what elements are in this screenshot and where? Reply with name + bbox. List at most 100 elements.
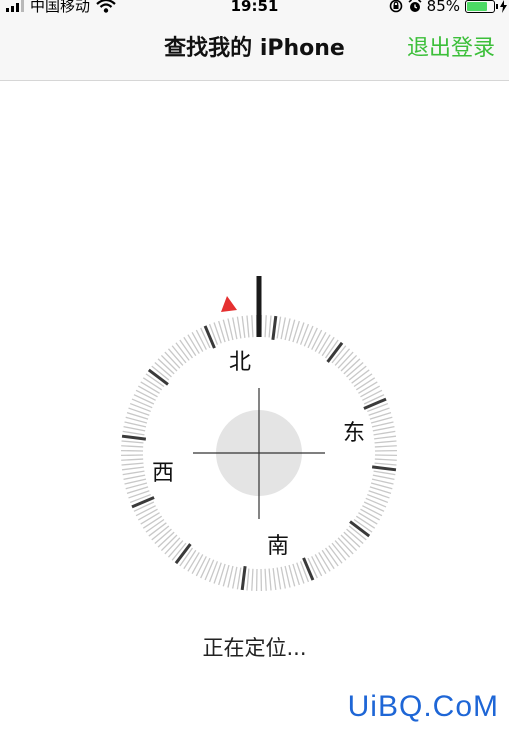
compass-minor-tick — [121, 458, 144, 461]
compass-minor-tick — [314, 331, 327, 352]
compass-minor-tick — [121, 445, 144, 448]
compass-minor-tick — [355, 515, 376, 529]
compass-minor-tick — [264, 568, 267, 591]
compass-minor-tick — [374, 435, 397, 440]
compass-minor-tick — [358, 512, 378, 525]
compass-minor-tick — [142, 377, 163, 391]
compass-minor-tick — [140, 512, 160, 525]
compass-minor-tick — [232, 317, 238, 340]
compass-minor-tick — [276, 567, 282, 590]
compass: 北 东 南 西 — [121, 276, 397, 591]
compass-minor-tick — [232, 566, 238, 589]
compass-minor-tick — [227, 318, 234, 341]
compass-minor-tick — [374, 458, 397, 461]
watermark: UiBQ.CoM — [347, 690, 499, 723]
compass-minor-tick — [121, 440, 144, 444]
compass-minor-tick — [131, 398, 153, 409]
compass-minor-tick — [280, 317, 286, 340]
compass-minor-tick — [371, 421, 394, 428]
compass-minor-tick — [303, 325, 314, 347]
compass-minor-tick — [268, 315, 272, 338]
compass-minor-tick — [307, 327, 318, 349]
compass-minor-tick — [318, 334, 331, 354]
compass-minor-tick — [374, 440, 397, 444]
compass-major-tick — [271, 315, 278, 341]
compass-minor-tick — [187, 552, 200, 572]
compass-minor-tick — [236, 567, 242, 590]
compass-minor-tick — [365, 497, 387, 508]
compass-minor-tick — [284, 318, 291, 341]
compass-minor-tick — [251, 315, 254, 338]
compass-minor-tick — [236, 316, 242, 339]
compass-label-north: 北 — [229, 350, 251, 375]
compass-minor-tick — [362, 389, 383, 401]
compass-minor-tick — [355, 377, 376, 391]
compass-minor-tick — [276, 316, 282, 339]
compass-label-south: 南 — [267, 534, 289, 559]
compass-major-tick — [302, 557, 315, 581]
compass-minor-tick — [135, 505, 156, 517]
compass-minor-tick — [121, 466, 144, 471]
compass-minor-tick — [227, 565, 234, 588]
compass-minor-tick — [122, 430, 145, 436]
compass-label-west: 西 — [152, 461, 174, 486]
compass-minor-tick — [195, 556, 207, 577]
compass-minor-tick — [360, 385, 381, 398]
compass-minor-tick — [373, 470, 396, 476]
compass-minor-tick — [191, 554, 204, 575]
compass-minor-tick — [187, 334, 200, 354]
compass-minor-tick — [246, 315, 250, 338]
compass-minor-tick — [204, 559, 215, 581]
compass-minor-tick — [358, 381, 378, 394]
compass-minor-tick — [246, 568, 250, 591]
compass-minor-tick — [311, 329, 323, 350]
compass-minor-tick — [314, 554, 327, 575]
compass-minor-tick — [318, 552, 331, 572]
compass-minor-tick — [311, 556, 323, 577]
compass-minor-tick — [183, 336, 197, 357]
compass-minor-tick — [372, 474, 395, 480]
compass-major-tick — [131, 496, 155, 509]
compass-major-tick — [371, 465, 397, 472]
compass-minor-tick — [268, 568, 272, 591]
compass-minor-tick — [140, 381, 160, 394]
compass-major-tick — [203, 325, 216, 349]
compass-minor-tick — [284, 565, 291, 588]
compass-minor-tick — [241, 315, 246, 338]
compass-minor-tick — [264, 315, 267, 338]
compass-minor-tick — [124, 421, 147, 428]
compass-minor-tick — [280, 566, 286, 589]
compass-minor-tick — [363, 501, 385, 512]
compass-major-tick — [363, 397, 387, 410]
compass-minor-tick — [137, 385, 158, 398]
compass-minor-tick — [321, 549, 335, 570]
compass-minor-tick — [195, 329, 207, 350]
compass-minor-tick — [122, 470, 145, 476]
compass-major-tick — [240, 565, 247, 591]
compass-minor-tick — [183, 549, 197, 570]
compass-minor-tick — [272, 568, 277, 591]
heading-marker-icon — [221, 296, 237, 312]
compass-minor-tick — [371, 478, 394, 485]
compass-minor-tick — [362, 505, 383, 517]
compass-minor-tick — [360, 508, 381, 521]
compass-minor-tick — [374, 445, 397, 448]
compass-minor-tick — [191, 331, 204, 352]
compass-minor-tick — [123, 474, 146, 480]
compass-minor-tick — [135, 389, 156, 401]
compass-minor-tick — [123, 426, 146, 432]
compass-minor-tick — [133, 394, 155, 405]
compass-minor-tick — [373, 430, 396, 436]
compass-minor-tick — [121, 462, 144, 466]
compass-minor-tick — [142, 515, 163, 529]
compass-minor-tick — [321, 336, 335, 357]
compass-minor-tick — [372, 426, 395, 432]
compass-minor-tick — [200, 557, 211, 579]
compass-major-tick — [121, 434, 147, 441]
compass-minor-tick — [251, 568, 254, 591]
compass-minor-tick — [374, 462, 397, 466]
locating-status: 正在定位... — [202, 636, 307, 660]
compass-minor-tick — [137, 508, 158, 521]
compass-minor-tick — [124, 478, 147, 485]
compass-label-east: 东 — [343, 421, 365, 446]
